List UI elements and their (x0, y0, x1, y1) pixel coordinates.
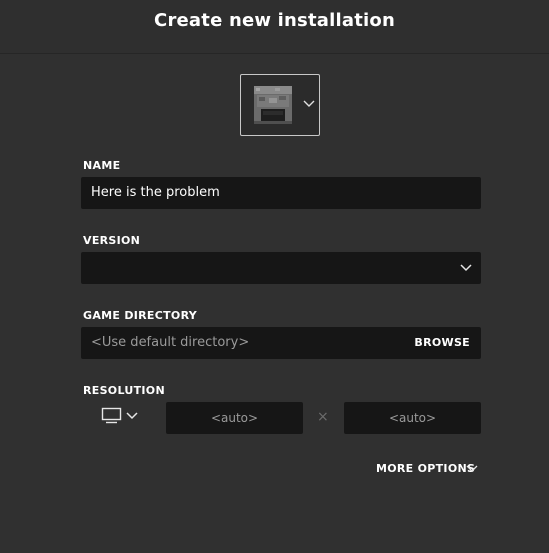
resolution-label: RESOLUTION (83, 384, 165, 397)
resolution-preset-button[interactable] (100, 405, 142, 429)
name-input[interactable]: Here is the problem (81, 177, 481, 209)
game-directory-input[interactable]: <Use default directory> BROWSE (81, 327, 481, 359)
chevron-down-icon (460, 264, 472, 272)
page-title: Create new installation (154, 10, 395, 31)
chevron-down-icon[interactable] (466, 464, 478, 474)
version-label: VERSION (83, 234, 141, 247)
game-directory-placeholder: <Use default directory> (91, 335, 250, 350)
version-select[interactable] (81, 252, 481, 284)
resolution-width-input[interactable]: <auto> (166, 402, 303, 434)
chevron-down-icon (126, 412, 138, 420)
browse-button[interactable]: BROWSE (414, 336, 470, 349)
installation-icon-picker[interactable] (240, 74, 320, 136)
more-options-button[interactable]: MORE OPTIONS (376, 462, 475, 475)
resolution-separator: × (317, 409, 329, 425)
dialog-header: Create new installation (0, 0, 549, 54)
name-input-value: Here is the problem (91, 185, 220, 200)
monitor-icon (101, 407, 122, 424)
chevron-down-icon (303, 100, 315, 107)
resolution-height-input[interactable]: <auto> (344, 402, 481, 434)
name-label: NAME (83, 159, 121, 172)
resolution-height-placeholder: <auto> (388, 411, 437, 425)
furnace-icon (254, 86, 292, 124)
resolution-width-placeholder: <auto> (210, 411, 259, 425)
game-directory-label: GAME DIRECTORY (83, 309, 198, 322)
